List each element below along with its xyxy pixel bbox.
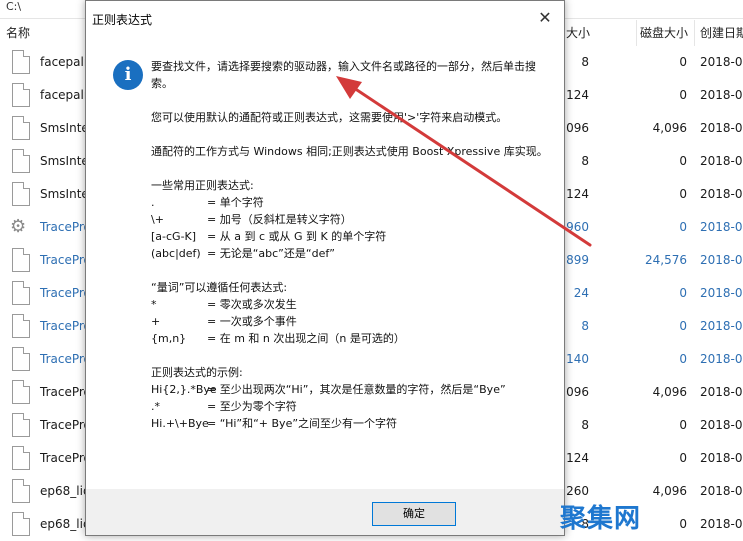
annotation-arrow: [336, 76, 592, 247]
watermark-logo: 聚集网: [560, 504, 642, 534]
